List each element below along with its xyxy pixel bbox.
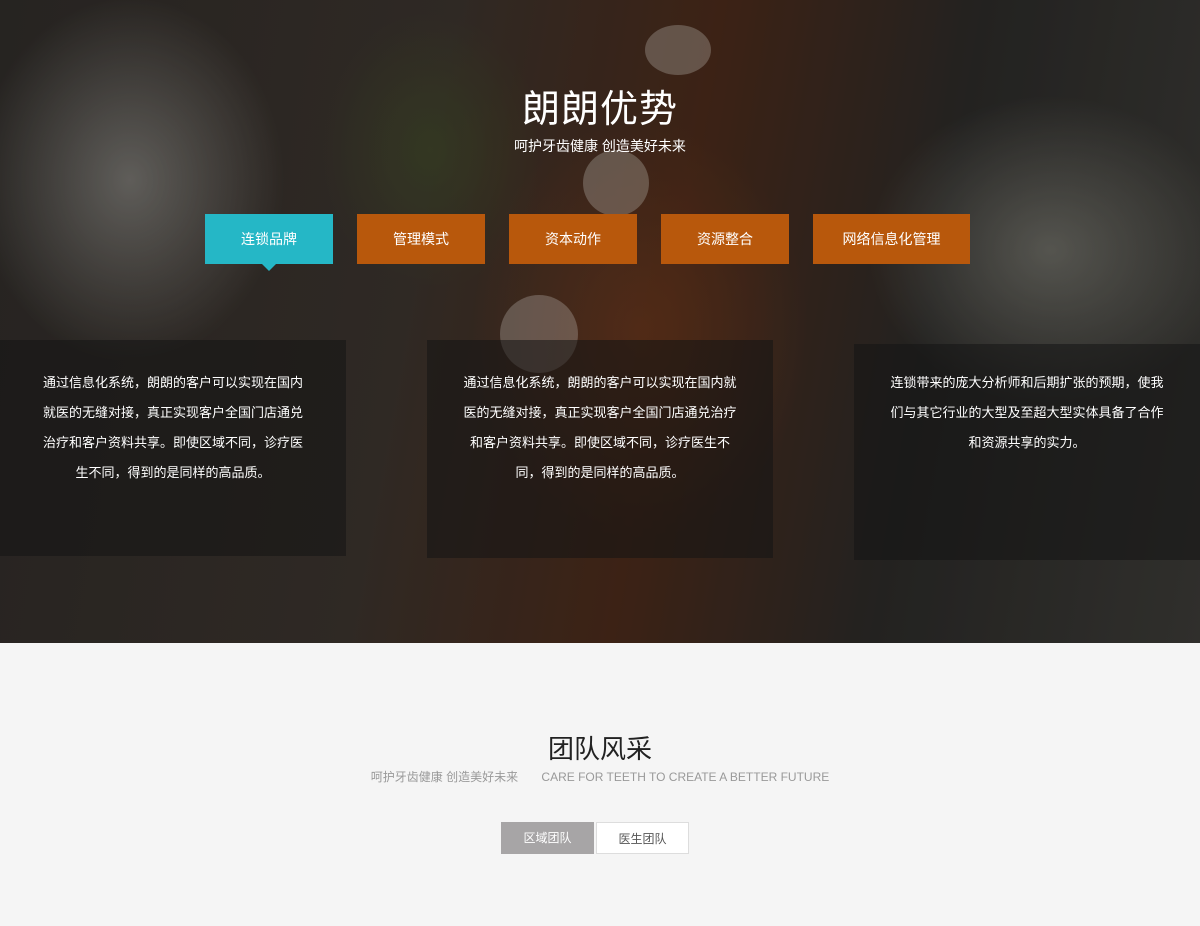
panel-text: 连锁带来的庞大分析师和后期扩张的预期，使我们与其它行业的大型及至超大型实体具备了… [890, 375, 1164, 450]
advantage-tabs: 连锁品牌 管理模式 资本动作 资源整合 网络信息化管理 [205, 214, 970, 271]
team-subtitle-cn: 呵护牙齿健康 创造美好未来 [370, 770, 519, 784]
team-tabs: 区域团队 医生团队 [501, 822, 689, 854]
doctor-team-button[interactable]: 医生团队 [596, 822, 689, 854]
team-title: 团队风采 [547, 734, 652, 764]
tab-chain-brand[interactable]: 连锁品牌 [205, 214, 333, 271]
tab-capital-action[interactable]: 资本动作 [509, 214, 637, 264]
panel-text: 通过信息化系统，朗朗的客户可以实现在国内就医的无缝对接，真正实现客户全国门店通兑… [463, 375, 737, 480]
team-subtitle-en: CARE FOR TEETH TO CREATE A BETTER FUTURE [541, 770, 830, 784]
tab-resource-integration[interactable]: 资源整合 [661, 214, 789, 264]
tab-management-mode[interactable]: 管理模式 [357, 214, 485, 264]
section-subtitle: 呵护牙齿健康 创造美好未来 [514, 138, 686, 154]
panel-text: 通过信息化系统，朗朗的客户可以实现在国内就医的无缝对接，真正实现客户全国门店通兑… [42, 375, 303, 480]
advantage-panel-1: 通过信息化系统，朗朗的客户可以实现在国内就医的无缝对接，真正实现客户全国门店通兑… [0, 340, 346, 556]
team-subtitle: 呵护牙齿健康 创造美好未来 CARE FOR TEETH TO CREATE A… [0, 768, 1200, 785]
advantage-section: 朗朗优势 呵护牙齿健康 创造美好未来 连锁品牌 管理模式 资本动作 资源整合 网… [0, 0, 1200, 643]
advantage-panel-3: 连锁带来的庞大分析师和后期扩张的预期，使我们与其它行业的大型及至超大型实体具备了… [854, 344, 1200, 560]
advantage-panel-2: 通过信息化系统，朗朗的客户可以实现在国内就医的无缝对接，真正实现客户全国门店通兑… [427, 340, 773, 558]
tab-network-management[interactable]: 网络信息化管理 [813, 214, 970, 264]
team-section: 团队风采 呵护牙齿健康 创造美好未来 CARE FOR TEETH TO CRE… [0, 643, 1200, 926]
regional-team-button[interactable]: 区域团队 [501, 822, 594, 854]
section-title: 朗朗优势 [521, 89, 678, 131]
